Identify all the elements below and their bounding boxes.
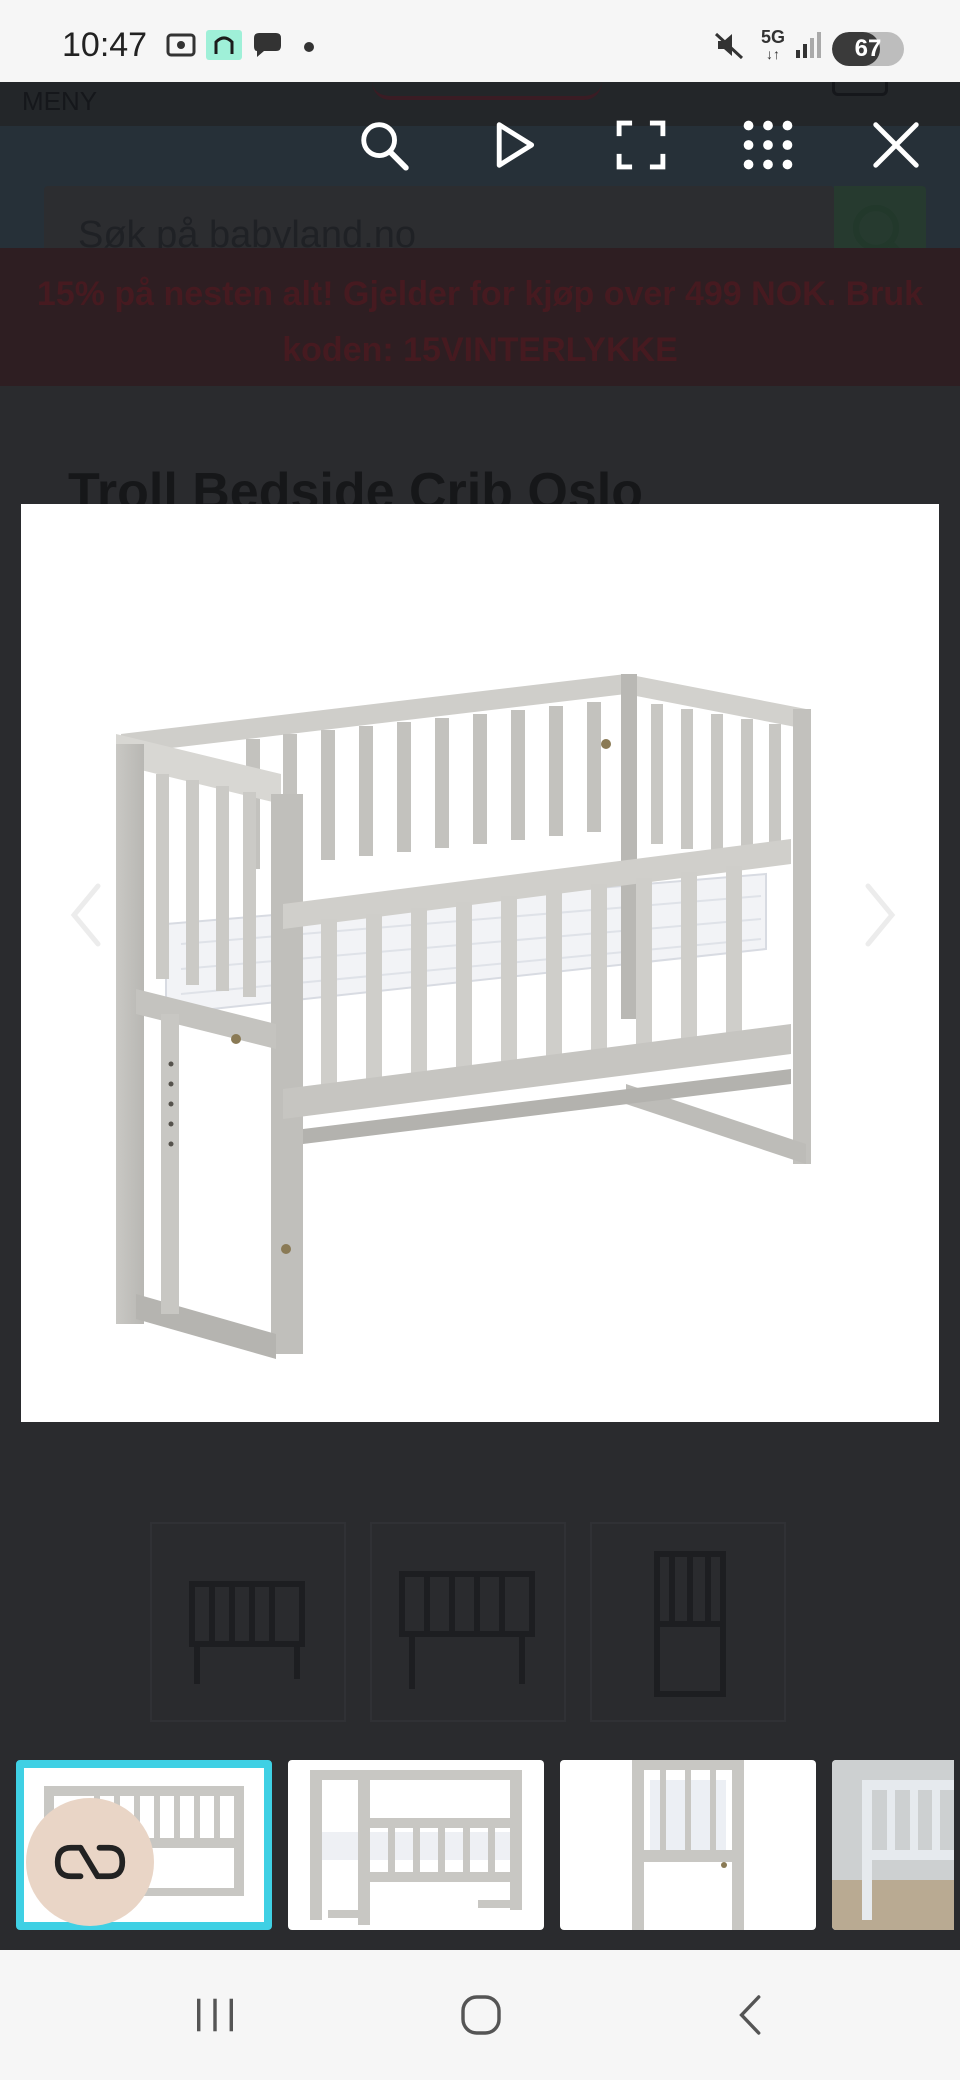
page-thumbnail — [370, 1522, 566, 1722]
signal-icon — [796, 32, 821, 58]
slideshow-button[interactable] — [476, 108, 550, 182]
menu-label: MENY — [22, 86, 98, 116]
promo-text: 15% på nesten alt! Gjelder for kjøp over… — [30, 266, 930, 378]
search-icon — [361, 122, 409, 171]
screenshot-icon — [166, 33, 196, 57]
crib-room-thumbnail-image — [832, 1760, 954, 1930]
crib-side-thumbnail-image — [632, 1760, 744, 1930]
fullscreen-icon — [616, 120, 666, 170]
next-image-button[interactable] — [860, 880, 900, 950]
promo-line-2: koden: 15VINTERLYKKE — [282, 331, 678, 369]
bedside-crib-image — [116, 674, 811, 1359]
message-icon — [254, 33, 281, 57]
crib-thumbnail-image — [310, 1770, 522, 1925]
thumbnail-3[interactable] — [560, 1760, 816, 1930]
cart-icon — [832, 82, 888, 96]
back-button[interactable] — [716, 1980, 786, 2050]
product-image[interactable] — [21, 504, 939, 1422]
back-icon — [739, 1995, 761, 2035]
page-thumbnail — [590, 1522, 786, 1722]
ai-assistant-button[interactable] — [26, 1798, 154, 1926]
close-icon — [873, 122, 919, 168]
search-button[interactable] — [347, 108, 421, 182]
thumbnail-4[interactable] — [832, 1760, 954, 1930]
apps-grid-icon — [743, 120, 793, 170]
battery-indicator: 67 — [832, 32, 904, 66]
close-button[interactable] — [859, 108, 933, 182]
system-navigation-bar — [0, 1950, 960, 2080]
home-icon — [461, 1995, 501, 2035]
network-type: 5G — [760, 27, 785, 47]
network-indicator: 5G ↓↑ — [756, 28, 790, 64]
recent-apps-icon — [197, 1998, 233, 2032]
previous-image-button[interactable] — [66, 880, 106, 950]
mute-icon — [714, 32, 744, 60]
link-icon — [54, 1844, 126, 1880]
play-icon — [496, 122, 535, 168]
fullscreen-button[interactable] — [604, 108, 678, 182]
battery-level: 67 — [854, 35, 882, 62]
recent-apps-button[interactable] — [180, 1980, 250, 2050]
status-bar: 10:47 5G ↓↑ 67 — [0, 0, 960, 82]
thumbnail-2[interactable] — [288, 1760, 544, 1930]
status-time: 10:47 — [62, 26, 148, 64]
page-thumbnail — [150, 1522, 346, 1722]
promo-line-1: 15% på nesten alt! Gjelder for kjøp over… — [36, 275, 924, 313]
app-n-icon — [206, 30, 242, 60]
promo-banner: 15% på nesten alt! Gjelder for kjøp over… — [0, 248, 960, 386]
home-button[interactable] — [446, 1980, 516, 2050]
gallery-grid-button[interactable] — [731, 108, 805, 182]
notification-dot-icon — [304, 42, 314, 52]
site-logo — [372, 82, 602, 100]
